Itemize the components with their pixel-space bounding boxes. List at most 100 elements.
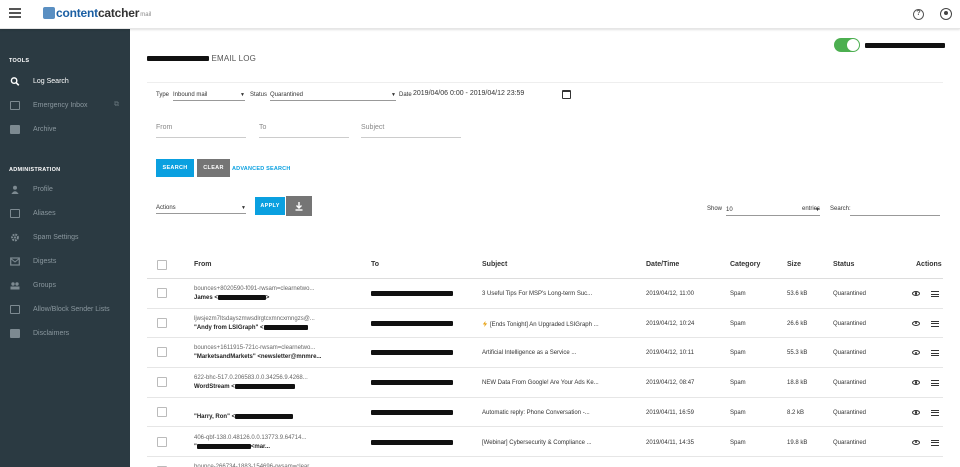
actions-select[interactable]: Actions ▼: [156, 203, 246, 214]
sidebar-item-aliases[interactable]: Aliases: [0, 204, 130, 222]
from-address: 406-qbf-138.0.48126.0.0.13773.9.64714...: [194, 434, 307, 441]
person-icon: [11, 185, 19, 194]
sidebar-item-profile[interactable]: Profile: [0, 180, 130, 198]
redacted-text: [263, 324, 308, 330]
status-select[interactable]: Quarantined ▼: [270, 91, 396, 101]
row-checkbox[interactable]: [157, 436, 167, 447]
mail-icon: [10, 256, 20, 266]
details-list-icon[interactable]: [931, 409, 939, 416]
sidebar: TOOLS Log Search Emergency Inbox ⧉ Archi…: [0, 29, 130, 467]
subject-cell[interactable]: [Webinar] Cybersecurity & Compliance ...: [482, 440, 592, 446]
advanced-search-link[interactable]: ADVANCED SEARCH: [232, 166, 291, 172]
toggle-label-redacted: [865, 43, 945, 48]
type-select[interactable]: Inbound mail ▼: [173, 91, 245, 101]
details-list-icon[interactable]: [931, 320, 939, 327]
from-address: bounces+8020590-f091-rwsam=clearnetwo...: [194, 286, 315, 292]
main-content: EMAIL LOG Type Inbound mail ▼ Status Quar…: [130, 29, 960, 467]
column-header-subject[interactable]: Subject: [482, 261, 507, 268]
account-icon[interactable]: [940, 8, 952, 20]
table-row[interactable]: bounce-266734-1883-154696-rwsam=clear...…: [147, 457, 943, 467]
from-field[interactable]: From: [156, 124, 246, 138]
table-row[interactable]: bounces+8020590-f091-rwsam=clearnetwo...…: [147, 279, 943, 309]
view-icon[interactable]: [912, 380, 920, 386]
sidebar-item-label: Spam Settings: [33, 233, 79, 241]
datetime-cell: 2019/04/11, 16:59: [646, 409, 694, 416]
sidebar-item-spam-settings[interactable]: Spam Settings: [0, 228, 130, 246]
apply-button[interactable]: APPLY: [255, 197, 285, 215]
subject-cell[interactable]: NEW Data From Google! Are Your Ads Ke...: [482, 380, 599, 386]
hamburger-menu-icon[interactable]: [9, 8, 21, 20]
date-range-field[interactable]: 2019/04/06 0:00 - 2019/04/12 23:59: [413, 90, 524, 97]
show-label: Show: [707, 206, 723, 212]
row-checkbox[interactable]: [157, 377, 167, 388]
details-list-icon[interactable]: [931, 291, 939, 297]
to-field[interactable]: To: [259, 124, 349, 138]
calendar-icon[interactable]: [562, 90, 571, 99]
download-button[interactable]: [286, 196, 312, 216]
view-icon[interactable]: [912, 350, 920, 356]
category-cell: Spam: [730, 291, 746, 297]
row-checkbox[interactable]: [157, 406, 167, 417]
subject-cell[interactable]: Artificial Intelligence as a Service ...: [482, 350, 576, 356]
recipient-redacted: [371, 291, 453, 296]
details-list-icon[interactable]: [931, 439, 939, 446]
table-row[interactable]: ljwsjezm7ltsdayszmwsdlrgtcxmncxmngzs@...…: [147, 309, 943, 339]
archive-icon: [10, 124, 20, 134]
subject-cell[interactable]: 3 Useful Tips For MSP's Long-term Suc...: [482, 291, 592, 297]
logo-suffix: mail: [140, 11, 152, 18]
sidebar-item-disclaimers[interactable]: Disclaimers: [0, 324, 130, 342]
size-cell: 19.8 kB: [787, 439, 808, 446]
sidebar-item-log-search[interactable]: Log Search: [0, 72, 130, 90]
toggle-switch[interactable]: [834, 38, 860, 52]
row-checkbox[interactable]: [157, 347, 167, 358]
table-row[interactable]: "Harry, Ron" < Automatic reply: Phone Con…: [147, 398, 943, 428]
details-list-icon[interactable]: [931, 350, 939, 357]
subject-cell[interactable]: Automatic reply: Phone Conversation -...: [482, 410, 590, 416]
row-checkbox[interactable]: [157, 317, 167, 328]
sidebar-item-groups[interactable]: Groups: [0, 276, 130, 294]
logo-mark: [43, 7, 55, 19]
inbox-icon: [10, 100, 20, 110]
search-button[interactable]: SEARCH: [156, 159, 194, 177]
group-icon: [10, 281, 20, 289]
sidebar-item-label: Digests: [33, 257, 57, 265]
select-all-checkbox[interactable]: [157, 260, 167, 270]
from-name: "Andy from LSIGraph" <: [194, 324, 308, 331]
sidebar-item-label: Profile: [33, 185, 53, 193]
from-address: 622-bhc-517.0.206583.0.0.34256.9.4268...: [194, 375, 308, 382]
date-label: Date: [399, 92, 412, 98]
column-header-size[interactable]: Size: [787, 261, 801, 268]
sidebar-item-emergency-inbox[interactable]: Emergency Inbox ⧉: [0, 96, 130, 114]
table-row[interactable]: 406-qbf-138.0.48126.0.0.13773.9.64714...…: [147, 428, 943, 457]
column-header-to[interactable]: To: [371, 261, 379, 268]
app-logo[interactable]: contentcatcher mail: [43, 5, 151, 21]
category-cell: Spam: [730, 350, 746, 357]
search-label: Search:: [830, 206, 851, 212]
subject-cell[interactable]: [Ends Tonight] An Upgraded LSIGraph ...: [482, 320, 599, 328]
sidebar-item-label: Log Search: [33, 77, 69, 85]
view-icon[interactable]: [912, 439, 920, 445]
view-icon[interactable]: [912, 291, 920, 296]
dropdown-arrow-icon: ▼: [240, 92, 245, 98]
column-header-from[interactable]: From: [194, 261, 212, 268]
view-icon[interactable]: [912, 320, 920, 326]
search-icon: [10, 76, 20, 86]
details-list-icon[interactable]: [931, 380, 939, 387]
sidebar-item-digests[interactable]: Digests: [0, 252, 130, 270]
redacted-text: [196, 443, 251, 449]
column-header-status[interactable]: Status: [833, 261, 854, 268]
sidebar-item-archive[interactable]: Archive: [0, 120, 130, 138]
table-search-input[interactable]: [850, 205, 940, 216]
help-icon[interactable]: ?: [913, 9, 924, 20]
view-icon[interactable]: [912, 409, 920, 415]
row-checkbox[interactable]: [157, 288, 167, 298]
column-header-datetime[interactable]: Date/Time: [646, 261, 679, 268]
table-row[interactable]: bounces+1611915-721c-rwsam=clearnetwo...…: [147, 338, 943, 368]
column-header-category[interactable]: Category: [730, 261, 760, 268]
clear-button[interactable]: CLEAR: [197, 159, 230, 177]
subject-field[interactable]: Subject: [361, 124, 461, 138]
download-icon: [295, 202, 303, 211]
table-row[interactable]: 622-bhc-517.0.206583.0.0.34256.9.4268...…: [147, 368, 943, 398]
sidebar-item-allow-block-lists[interactable]: Allow/Block Sender Lists: [0, 300, 130, 318]
datetime-cell: 2019/04/12, 10:11: [646, 350, 694, 357]
